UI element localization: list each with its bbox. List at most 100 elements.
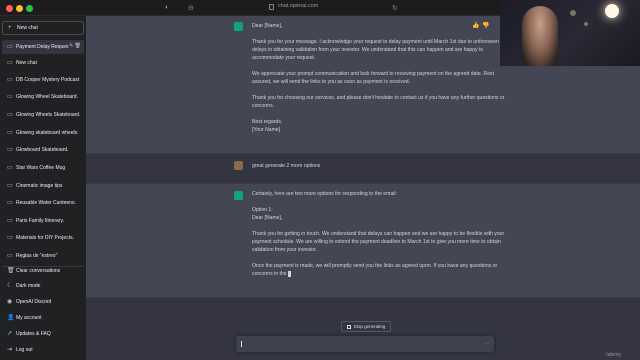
dark-mode-label: Dark mode <box>16 283 41 289</box>
udemy-watermark: ûdemy <box>606 352 622 358</box>
sidebar-chat-item[interactable]: ▭ Glowboard Skateboard. <box>2 143 84 157</box>
sidebar-chat-item[interactable]: ▭ New chat <box>2 56 84 70</box>
bokeh-light <box>570 10 576 16</box>
user-message-text: great generate 2 more options <box>252 163 321 169</box>
chat-bubble-icon: ▭ <box>7 94 13 100</box>
send-icon[interactable]: … <box>484 340 489 346</box>
updates-faq-label: Updates & FAQ <box>16 331 51 337</box>
presenter-video <box>522 6 558 66</box>
sidebar-chat-item[interactable]: ▭ Glowing skateboard wheels. <box>2 126 84 140</box>
sidebar-chat-label: Glowboard Skateboard. <box>16 147 69 153</box>
openai-discord-label: OpenAI Discord <box>16 299 52 305</box>
stop-generating-label: Stop generating <box>353 324 386 329</box>
chat-bubble-icon: ▭ <box>7 218 13 224</box>
input-caret <box>241 341 242 347</box>
sidebar-chat-label: Glowing Wheel Skateboard. <box>16 94 78 100</box>
user-message: great generate 2 more options <box>86 154 640 184</box>
discord-icon: ◉ <box>7 299 13 305</box>
external-link-icon: ↗ <box>7 331 13 337</box>
typing-cursor <box>287 270 291 277</box>
sidebar-chat-item[interactable]: ▭ DB Cooper Mystery Podcast <box>2 73 84 87</box>
sidebar-chat-label: DB Cooper Mystery Podcast <box>16 77 80 83</box>
chat-bubble-icon: ▭ <box>7 44 13 50</box>
moon-icon: ☾ <box>7 283 13 289</box>
edit-delete-icons[interactable]: ✎ 🗑 <box>69 43 81 49</box>
prompt-input[interactable]: … <box>236 336 494 352</box>
chat-bubble-icon: ▭ <box>7 130 13 136</box>
message-line: [Your Name] <box>252 127 281 133</box>
chat-bubble-icon: ▭ <box>7 165 13 171</box>
sidebar-chat-label: Reusable Water Canteens. <box>16 200 76 206</box>
my-account-label: My account <box>16 315 42 321</box>
lamp-light <box>605 4 619 18</box>
chat-bubble-icon: ▭ <box>7 235 13 241</box>
chat-bubble-icon: ▭ <box>7 112 13 118</box>
message-paragraph: Thank you for choosing our services, and… <box>252 95 505 109</box>
webcam-overlay <box>500 0 640 66</box>
sidebar-chat-label: New chat <box>16 60 37 66</box>
user-icon: 👤 <box>7 315 15 321</box>
message-line: Best regards, <box>252 119 283 125</box>
sidebar-chat-label: Glowing Wheels Skateboard. <box>16 112 81 118</box>
sidebar-chat-label: Star Wars Coffee Mug <box>16 165 66 171</box>
message-paragraph: Thank you for getting in touch. We under… <box>252 231 505 253</box>
chat-bubble-icon: ▭ <box>7 200 13 206</box>
assistant-message-text: Dear [Name], Thank you for your message.… <box>252 22 507 134</box>
chatgpt-logo-icon <box>234 191 243 200</box>
clear-conversations-button[interactable]: 🗑 Clear conversations <box>2 264 84 278</box>
message-paragraph: Certainly, here are two more options for… <box>252 191 397 197</box>
logout-icon: ⇥ <box>7 347 13 353</box>
stop-generating-button[interactable]: Stop generating <box>341 321 391 332</box>
message-line: Dear [Name], <box>252 215 283 221</box>
updates-faq-link[interactable]: ↗ Updates & FAQ <box>2 327 84 341</box>
sidebar-chat-item[interactable]: ▭ Paris Family Itinerary. <box>2 214 84 228</box>
sidebar-chat-label: Payment Delay Reques <box>16 44 69 50</box>
sidebar-chat-item[interactable]: ▭ Glowing Wheels Skateboard. <box>2 108 84 122</box>
message-paragraph: Thank you for your message. I acknowledg… <box>252 39 499 61</box>
sidebar: + New chat ▭ New chat ▭ Payment Delay Re… <box>0 16 86 360</box>
sidebar-chat-item[interactable]: ▭ Cinematic image tips <box>2 179 84 193</box>
chat-bubble-icon: ▭ <box>7 183 13 189</box>
sidebar-chat-label: Reglas de "estreo" <box>16 253 58 259</box>
refresh-icon[interactable]: ↻ <box>392 4 398 12</box>
log-out-label: Log out <box>16 347 33 353</box>
chat-bubble-icon: ▭ <box>7 147 13 153</box>
bokeh-light <box>584 22 588 26</box>
chat-bubble-icon: ▭ <box>7 253 13 259</box>
minimize-window-icon[interactable] <box>16 5 23 12</box>
dark-mode-toggle[interactable]: ☾ Dark mode <box>2 279 84 293</box>
assistant-message-2: Certainly, here are two more options for… <box>86 184 640 298</box>
chat-bubble-icon: ▭ <box>7 60 13 66</box>
sidebar-chat-item-active[interactable]: ▭ Payment Delay Reques ✎ 🗑 <box>2 40 84 54</box>
sidebar-chat-label: Glowing skateboard wheels. <box>16 130 79 136</box>
message-paragraph: We appreciate your prompt communication … <box>252 71 494 85</box>
log-out-button[interactable]: ⇥ Log out <box>2 343 84 357</box>
new-chat-label: New chat <box>17 25 38 31</box>
assistant-message-text: Certainly, here are two more options for… <box>252 190 507 286</box>
lock-icon <box>269 4 274 10</box>
sidebar-chat-item[interactable]: ▭ Materials for DIY Projects. <box>2 231 84 245</box>
stop-icon <box>346 324 351 329</box>
chat-main: 👍 👎 Dear [Name], Thank you for your mess… <box>86 16 640 360</box>
trash-icon: 🗑 <box>7 268 15 274</box>
close-window-icon[interactable] <box>6 5 13 12</box>
new-chat-button[interactable]: + New chat <box>2 21 84 35</box>
sidebar-chat-item[interactable]: ▭ Reusable Water Canteens. <box>2 196 84 210</box>
chatgpt-logo-icon <box>234 22 243 31</box>
my-account-button[interactable]: 👤 My account <box>2 311 84 325</box>
maximize-window-icon[interactable] <box>26 5 33 12</box>
clear-conversations-label: Clear conversations <box>16 268 61 274</box>
sidebar-chat-label: Paris Family Itinerary. <box>16 218 64 224</box>
plus-icon: + <box>8 25 12 31</box>
sidebar-chat-label: Materials for DIY Projects. <box>16 235 74 241</box>
sidebar-chat-item[interactable]: ▭ Glowing Wheel Skateboard. <box>2 90 84 104</box>
sync-icon[interactable]: ⊖ <box>188 4 194 12</box>
user-avatar <box>234 161 243 170</box>
message-paragraph-streaming: Once the payment is made, we will prompt… <box>252 262 507 278</box>
sidebar-chat-item[interactable]: ▭ Reglas de "estreo" <box>2 249 84 263</box>
sidebar-chat-label: Cinematic image tips <box>16 183 63 189</box>
sidebar-chat-item[interactable]: ▭ Star Wars Coffee Mug <box>2 161 84 175</box>
shield-icon[interactable]: ◐ <box>165 4 169 11</box>
openai-discord-link[interactable]: ◉ OpenAI Discord <box>2 295 84 309</box>
address-bar[interactable]: chat.openai.com <box>278 3 318 9</box>
